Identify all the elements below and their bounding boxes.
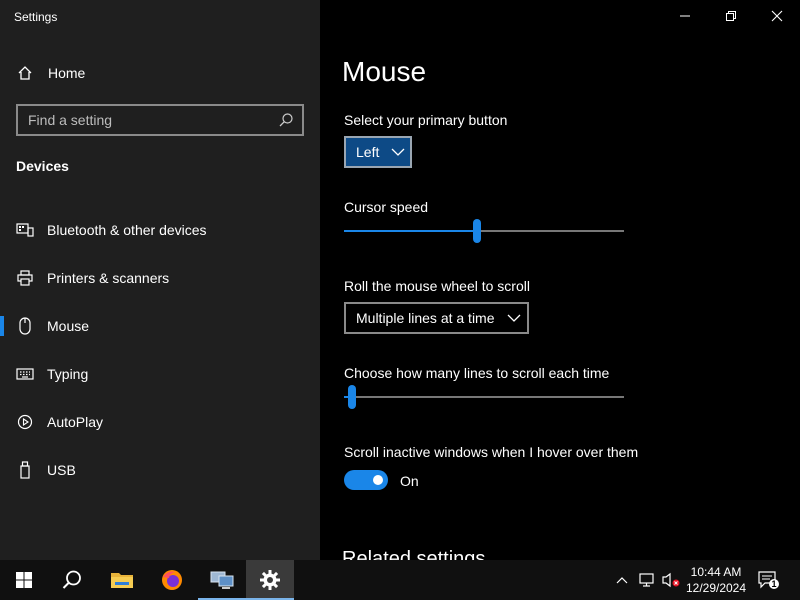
- usb-icon: [16, 461, 34, 479]
- sidebar-item-usb[interactable]: USB: [0, 446, 320, 494]
- scroll-mode-value: Multiple lines at a time: [356, 310, 495, 326]
- network-icon: [639, 573, 654, 587]
- sidebar-item-label: Bluetooth & other devices: [47, 222, 207, 238]
- sidebar-item-mouse[interactable]: Mouse: [0, 302, 320, 350]
- mouse-icon: [16, 317, 34, 335]
- network-app-button[interactable]: [198, 560, 246, 600]
- sidebar-item-label: Typing: [47, 366, 89, 382]
- slider-fill: [344, 230, 477, 232]
- restore-icon: [726, 11, 736, 21]
- start-button[interactable]: [0, 560, 48, 600]
- page-title: Mouse: [342, 56, 427, 87]
- action-center-button[interactable]: 1: [756, 560, 780, 600]
- minimize-icon: [680, 15, 690, 17]
- chevron-down-icon: [507, 314, 520, 322]
- file-explorer-icon: [111, 573, 133, 588]
- computer-network-icon: [210, 571, 234, 589]
- taskbar-clock[interactable]: 10:44 AM 12/29/2024: [680, 564, 752, 596]
- search-input[interactable]: [18, 106, 268, 134]
- cursor-speed-label: Cursor speed: [344, 199, 429, 215]
- slider-track: [344, 396, 624, 398]
- search-icon[interactable]: [278, 112, 294, 128]
- close-button[interactable]: [754, 0, 800, 32]
- device-nav-list: Bluetooth & other devices Printers & sca…: [0, 206, 320, 494]
- clock-time: 10:44 AM: [690, 565, 742, 579]
- windows-logo-icon: [16, 572, 32, 588]
- scroll-lines-slider[interactable]: [344, 385, 624, 409]
- sidebar-item-label: USB: [47, 462, 76, 478]
- clock-date: 12/29/2024: [685, 581, 747, 595]
- slider-thumb[interactable]: [473, 219, 481, 243]
- settings-taskbar-button[interactable]: [246, 560, 294, 600]
- firefox-button[interactable]: [148, 560, 196, 600]
- keyboard-icon: [16, 365, 34, 383]
- navigation-pane: Settings Home Devices Bluetooth & other …: [0, 0, 320, 560]
- minimize-button[interactable]: [662, 0, 708, 32]
- toggle-state-label: On: [400, 473, 419, 489]
- sidebar-item-label: Printers & scanners: [47, 270, 170, 286]
- chevron-down-icon: [391, 148, 405, 156]
- taskbar-search-button[interactable]: [48, 560, 96, 600]
- firefox-icon: [162, 570, 182, 590]
- sidebar-item-autoplay[interactable]: AutoPlay: [0, 398, 320, 446]
- content-pane: Mouse Select your primary button Left Cu…: [320, 0, 800, 560]
- search-icon: [62, 570, 81, 589]
- scroll-inactive-label: Scroll inactive windows when I hover ove…: [344, 444, 639, 460]
- scroll-mode-label: Roll the mouse wheel to scroll: [344, 278, 530, 294]
- primary-button-dropdown[interactable]: Left: [344, 136, 412, 168]
- volume-muted-icon: [662, 572, 680, 588]
- app-title: Settings: [14, 10, 58, 24]
- home-label: Home: [48, 65, 86, 81]
- home-icon: [16, 64, 34, 82]
- cursor-speed-slider[interactable]: [344, 219, 624, 243]
- search-box[interactable]: [16, 104, 304, 136]
- bluetooth-devices-icon: [16, 221, 34, 239]
- related-settings-heading: Related settings: [342, 548, 486, 560]
- close-icon: [771, 10, 783, 22]
- sidebar-item-printers[interactable]: Printers & scanners: [0, 254, 320, 302]
- home-link[interactable]: Home: [16, 60, 85, 86]
- network-tray-button[interactable]: [636, 560, 658, 600]
- sidebar-item-label: Mouse: [47, 318, 90, 334]
- section-title: Devices: [16, 158, 69, 174]
- scroll-inactive-toggle[interactable]: [344, 470, 388, 490]
- slider-thumb[interactable]: [348, 385, 357, 409]
- sidebar-item-bluetooth[interactable]: Bluetooth & other devices: [0, 206, 320, 254]
- taskbar: 10:44 AM 12/29/2024 1: [0, 560, 800, 600]
- autoplay-icon: [16, 413, 34, 431]
- chevron-up-icon: [616, 577, 628, 584]
- primary-button-value: Left: [356, 144, 380, 160]
- scroll-lines-label: Choose how many lines to scroll each tim…: [344, 365, 610, 381]
- restore-button[interactable]: [708, 0, 754, 32]
- file-explorer-button[interactable]: [98, 560, 146, 600]
- show-hidden-icons-button[interactable]: [612, 560, 632, 600]
- volume-tray-button[interactable]: [660, 560, 682, 600]
- gear-icon: [260, 570, 280, 590]
- sidebar-item-label: AutoPlay: [47, 414, 104, 430]
- scroll-mode-dropdown[interactable]: Multiple lines at a time: [344, 302, 529, 334]
- primary-button-label: Select your primary button: [344, 112, 508, 128]
- notification-count: 1: [771, 579, 777, 589]
- toggle-knob: [373, 475, 383, 485]
- sidebar-item-typing[interactable]: Typing: [0, 350, 320, 398]
- printer-icon: [16, 269, 34, 287]
